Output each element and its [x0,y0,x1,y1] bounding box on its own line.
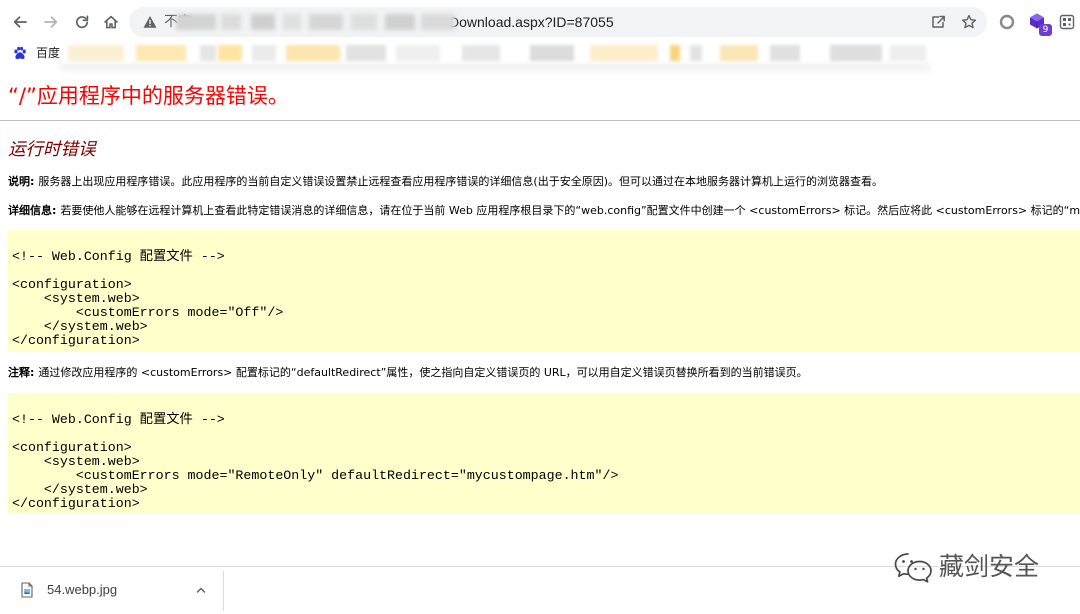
description-paragraph: 说明: 服务器上出现应用程序错误。此应用程序的当前自定义错误设置禁止远程查看应用程… [8,175,883,189]
forward-button[interactable] [37,8,65,36]
home-button[interactable] [97,8,125,36]
redacted-block [690,45,702,61]
browser-toolbar: 不安 Download.aspx?ID=87055 9 [0,0,1080,42]
download-item[interactable]: 54.webp.jpg [0,567,222,614]
redacted-block [530,45,574,61]
redacted-block [670,45,680,61]
reload-icon [76,15,89,29]
redacted-block [136,45,186,61]
code-line: <system.web> [12,291,140,306]
redacted-block [252,45,276,61]
redacted-block [309,14,343,30]
description-label: 说明: [8,175,35,188]
file-icon [21,582,33,598]
code-line: </configuration> [12,496,140,511]
redacted-block [218,45,242,61]
redacted-block [830,45,882,61]
home-icon [104,15,118,29]
circle-extension-icon[interactable] [999,14,1015,30]
code-line: <system.web> [12,454,140,469]
redacted-block [176,14,216,30]
config-code-block-2: <!-- Web.Config 配置文件 --> <configuration>… [8,393,1080,514]
bookmarks-bar: 百度 [0,42,1080,64]
redacted-block [720,45,758,61]
redacted-block [346,45,386,61]
details-paragraph: 详细信息: 若要使他人能够在远程计算机上查看此特定错误消息的详细信息，请在位于当前… [8,204,1080,218]
code-line: </system.web> [12,482,148,497]
code-line: </configuration> [12,333,140,348]
redacted-block [68,45,124,61]
arrow-right-icon [44,16,58,28]
redacted-block [590,45,658,61]
code-line: <configuration> [12,440,132,455]
bookmark-baidu[interactable]: 百度 [36,46,60,60]
star-icon[interactable] [961,14,977,30]
config-code-block-1: <!-- Web.Config 配置文件 --> <configuration>… [8,230,1080,352]
redacted-block [770,45,800,61]
code-line: <customErrors mode="Off"/> [12,305,284,320]
redacted-block [890,45,926,61]
url-text[interactable]: Download.aspx?ID=87055 [449,7,614,37]
baidu-paw-icon[interactable] [13,46,27,60]
address-bar[interactable]: 不安 Download.aspx?ID=87055 [129,7,987,37]
grid-extension-icon[interactable] [1059,14,1075,30]
code-line: <!-- Web.Config 配置文件 --> [12,249,225,264]
redacted-block [351,14,377,30]
title-divider [0,120,1080,121]
arrow-left-icon [13,16,27,28]
notes-paragraph: 注释: 通过修改应用程序的 <customErrors> 配置标记的“defaul… [8,366,808,380]
description-text: 服务器上出现应用程序错误。此应用程序的当前自定义错误设置禁止远程查看应用程序错误… [38,175,883,188]
code-line: <configuration> [12,277,132,292]
redacted-block [385,14,415,30]
redacted-block [221,14,241,30]
code-line: <!-- Web.Config 配置文件 --> [12,412,225,427]
share-icon[interactable] [930,14,946,30]
watermark-text: 藏剑安全 [939,552,1040,581]
wechat-icon [894,553,932,583]
notes-label: 注释: [8,366,35,379]
back-button[interactable] [6,8,34,36]
code-line: </system.web> [12,319,148,334]
details-label: 详细信息: [8,204,57,217]
reload-button[interactable] [68,8,96,36]
code-line: <customErrors mode="RemoteOnly" defaultR… [12,468,619,483]
redacted-block [421,14,455,30]
redacted-block [200,45,216,61]
details-text: 若要使他人能够在远程计算机上查看此特定错误消息的详细信息，请在位于当前 Web … [60,204,1080,217]
page-title: “/”应用程序中的服务器错误。 [8,84,289,108]
redacted-block [396,45,440,61]
chevron-up-icon[interactable] [195,584,207,596]
warning-triangle-icon[interactable] [143,15,157,29]
redacted-haze [60,64,930,76]
redacted-block [251,14,275,30]
redacted-block [286,45,340,61]
extension-badge: 9 [1039,24,1052,36]
redacted-block [283,14,301,30]
download-divider [223,571,224,611]
page-subtitle: 运行时错误 [8,140,96,160]
download-filename[interactable]: 54.webp.jpg [47,582,117,598]
notes-text: 通过修改应用程序的 <customErrors> 配置标记的“defaultRe… [38,366,808,379]
redacted-block [462,45,500,61]
